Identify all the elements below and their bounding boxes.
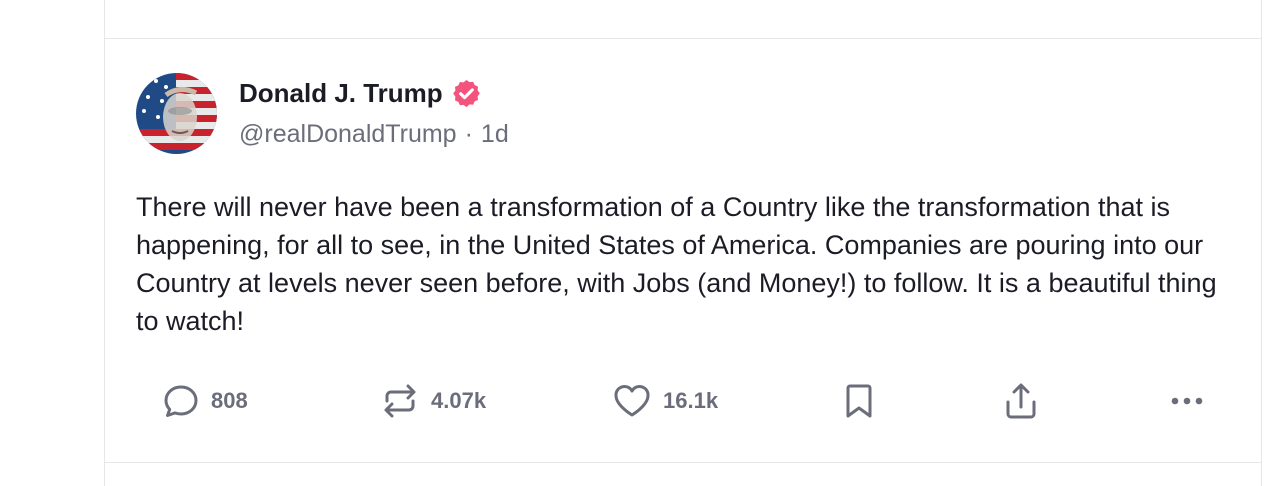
share-button[interactable] <box>1001 378 1041 424</box>
post-timestamp[interactable]: 1d <box>481 120 509 149</box>
like-count: 16.1k <box>663 388 719 413</box>
feed-column: Donald J. Trump @realDonaldTrump · 1d Th… <box>104 0 1262 486</box>
avatar[interactable] <box>136 73 217 154</box>
ellipsis-icon <box>1167 381 1207 421</box>
post-divider-bottom <box>105 462 1261 463</box>
author-row: Donald J. Trump <box>239 76 482 110</box>
author-handle[interactable]: @realDonaldTrump <box>239 120 457 149</box>
retruth-button[interactable]: 4.07k <box>379 378 486 424</box>
reply-count: 808 <box>211 388 248 413</box>
verified-badge-icon <box>451 78 482 109</box>
more-options-button[interactable] <box>1167 378 1207 424</box>
speech-bubble-icon <box>161 381 201 421</box>
post-body-text: There will never have been a transformat… <box>136 192 1217 336</box>
meta-separator: · <box>464 120 473 148</box>
bookmark-button[interactable] <box>841 378 877 424</box>
share-upload-icon <box>1001 380 1041 422</box>
reply-button[interactable]: 808 <box>161 378 248 424</box>
heart-icon <box>611 381 653 421</box>
post-divider-top <box>105 38 1261 39</box>
bookmark-icon <box>841 381 877 421</box>
repost-arrows-icon <box>379 381 421 421</box>
author-meta-row: @realDonaldTrump · 1d <box>239 120 509 149</box>
author-display-name[interactable]: Donald J. Trump <box>239 78 443 109</box>
retruth-count: 4.07k <box>431 388 487 413</box>
post-action-bar: 808 4.07k 16.1k <box>105 378 1261 424</box>
like-button[interactable]: 16.1k <box>611 378 718 424</box>
